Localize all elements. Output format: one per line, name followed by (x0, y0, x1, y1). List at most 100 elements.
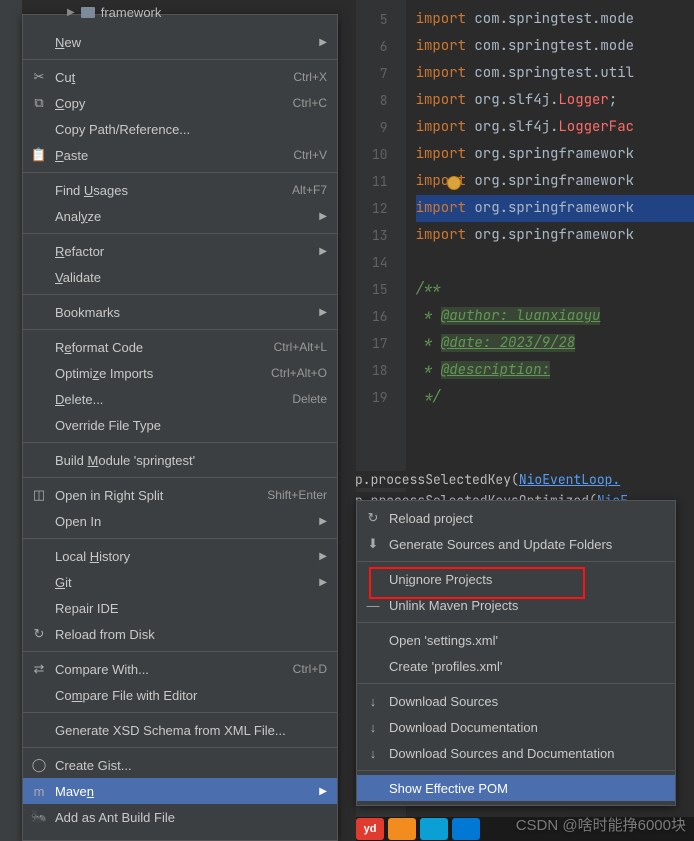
menu-shortcut: Ctrl+V (293, 148, 327, 162)
menu-icon: 📋 (31, 147, 47, 163)
menu-item-generate-sources-and-update-folders[interactable]: ⬇Generate Sources and Update Folders (357, 531, 675, 557)
menu-item-label: Unignore Projects (389, 572, 665, 587)
menu-item-cut[interactable]: ✂ CutCtrl+X (23, 64, 337, 90)
menu-item-open-in-right-split[interactable]: ◫Open in Right SplitShift+Enter (23, 482, 337, 508)
menu-item-add-as-ant-build-file[interactable]: 🐜Add as Ant Build File (23, 804, 337, 830)
menu-item-generate-xsd-schema-from-xml-file[interactable]: Generate XSD Schema from XML File... (23, 717, 337, 743)
menu-item-compare-file-with-editor[interactable]: Compare File with Editor (23, 682, 337, 708)
chevron-right-icon: ▶ (319, 307, 327, 318)
menu-item-compare-with[interactable]: ⇄Compare With...Ctrl+D (23, 656, 337, 682)
taskbar-icon[interactable] (452, 818, 480, 840)
menu-item-reformat-code[interactable]: Reformat CodeCtrl+Alt+L (23, 334, 337, 360)
menu-shortcut: Ctrl+D (293, 662, 327, 676)
menu-item-bookmarks[interactable]: Bookmarks▶ (23, 299, 337, 325)
menu-item-build-module-springtest[interactable]: Build Module 'springtest' (23, 447, 337, 473)
menu-item-label: Create 'profiles.xml' (389, 659, 665, 674)
menu-item-copy-path-reference[interactable]: Copy Path/Reference... (23, 116, 337, 142)
menu-separator (23, 329, 337, 330)
menu-item-label: Reload from Disk (55, 627, 327, 642)
menu-shortcut: Alt+F7 (292, 183, 327, 197)
chevron-right-icon: ▶ (319, 211, 327, 222)
menu-item-label: Open In (55, 514, 327, 529)
menu-item-label: Override File Type (55, 418, 327, 433)
menu-item-label: Optimize Imports (55, 366, 271, 381)
menu-icon: — (365, 597, 381, 613)
menu-item-git[interactable]: Git▶ (23, 569, 337, 595)
maven-submenu: ↻Reload project⬇Generate Sources and Upd… (356, 500, 676, 806)
menu-item-unlink-maven-projects[interactable]: — Unlink Maven Projects (357, 592, 675, 618)
menu-icon: ↻ (31, 626, 47, 642)
menu-item-delete[interactable]: Delete...Delete (23, 386, 337, 412)
menu-item-label: Copy Path/Reference... (55, 122, 327, 137)
menu-item-label: Local History (55, 549, 327, 564)
menu-item-label: Create Gist... (55, 758, 327, 773)
menu-separator (357, 770, 675, 771)
menu-item-paste[interactable]: 📋PasteCtrl+V (23, 142, 337, 168)
menu-item-label: Add as Ant Build File (55, 810, 327, 825)
intention-bulb-icon[interactable] (447, 176, 461, 190)
menu-item-analyze[interactable]: Analyze▶ (23, 203, 337, 229)
menu-icon: ◯ (31, 757, 47, 773)
tree-label: framework (101, 5, 162, 20)
menu-item-unignore-projects[interactable]: Unignore Projects (357, 566, 675, 592)
menu-shortcut: Ctrl+C (293, 96, 327, 110)
menu-item-new[interactable]: New▶ (23, 29, 337, 55)
taskbar-icon[interactable] (388, 818, 416, 840)
menu-item-label: Bookmarks (55, 305, 327, 320)
menu-item-optimize-imports[interactable]: Optimize ImportsCtrl+Alt+O (23, 360, 337, 386)
menu-item-open-in[interactable]: Open In▶ (23, 508, 337, 534)
stack-link[interactable]: NioEventLoop. (519, 471, 620, 488)
taskbar-icon[interactable] (420, 818, 448, 840)
menu-item-label: Download Sources (389, 694, 665, 709)
menu-shortcut: Ctrl+Alt+O (271, 366, 327, 380)
menu-item-refactor[interactable]: Refactor▶ (23, 238, 337, 264)
menu-separator (23, 442, 337, 443)
menu-item-label: Download Documentation (389, 720, 665, 735)
menu-item-label: Reload project (389, 511, 665, 526)
menu-item-download-documentation[interactable]: ↓Download Documentation (357, 714, 675, 740)
menu-item-copy[interactable]: ⧉ CopyCtrl+C (23, 90, 337, 116)
menu-item-create-gist[interactable]: ◯ Create Gist... (23, 752, 337, 778)
menu-shortcut: Ctrl+X (293, 70, 327, 84)
menu-item-label: Generate Sources and Update Folders (389, 537, 665, 552)
menu-shortcut: Shift+Enter (267, 488, 327, 502)
menu-item-label: Open 'settings.xml' (389, 633, 665, 648)
menu-item-maven[interactable]: mMaven▶ (23, 778, 337, 804)
chevron-right-icon: ▶ (319, 551, 327, 562)
menu-item-label: Unlink Maven Projects (389, 598, 665, 613)
menu-separator (23, 712, 337, 713)
menu-item-download-sources-and-documentation[interactable]: ↓ Download Sources and Documentation (357, 740, 675, 766)
menu-item-label: Generate XSD Schema from XML File... (55, 723, 327, 738)
menu-item-repair-ide[interactable]: Repair IDE (23, 595, 337, 621)
menu-separator (357, 561, 675, 562)
menu-item-local-history[interactable]: Local History▶ (23, 543, 337, 569)
chevron-right-icon: ▶ (67, 7, 75, 18)
project-tree-item[interactable]: ▶ framework (67, 5, 161, 20)
menu-item-reload-from-disk[interactable]: ↻ Reload from Disk (23, 621, 337, 647)
menu-item-open-settings-xml[interactable]: Open 'settings.xml' (357, 627, 675, 653)
chevron-right-icon: ▶ (319, 786, 327, 797)
menu-item-find-usages[interactable]: Find UsagesAlt+F7 (23, 177, 337, 203)
menu-item-label: Cut (55, 70, 293, 85)
menu-item-override-file-type[interactable]: Override File Type (23, 412, 337, 438)
menu-icon: ↓ (365, 745, 381, 761)
menu-item-label: Compare File with Editor (55, 688, 327, 703)
menu-item-download-sources[interactable]: ↓ Download Sources (357, 688, 675, 714)
menu-item-label: Open in Right Split (55, 488, 267, 503)
watermark: CSDN @啥时能挣6000块 (516, 814, 686, 835)
menu-icon: ⧉ (31, 95, 47, 111)
menu-shortcut: Delete (292, 392, 327, 406)
menu-item-label: Download Sources and Documentation (389, 746, 665, 761)
menu-item-create-profiles-xml[interactable]: Create 'profiles.xml' (357, 653, 675, 679)
menu-item-label: Copy (55, 96, 293, 111)
menu-item-reload-project[interactable]: ↻Reload project (357, 505, 675, 531)
menu-item-validate[interactable]: Validate (23, 264, 337, 290)
menu-item-label: Git (55, 575, 327, 590)
menu-separator (23, 651, 337, 652)
taskbar-icon[interactable]: yd (356, 818, 384, 840)
menu-item-show-effective-pom[interactable]: Show Effective POM (357, 775, 675, 801)
tool-window-strip (0, 0, 22, 841)
chevron-right-icon: ▶ (319, 246, 327, 257)
menu-icon: ↓ (365, 693, 381, 709)
menu-icon: ✂ (31, 69, 47, 85)
